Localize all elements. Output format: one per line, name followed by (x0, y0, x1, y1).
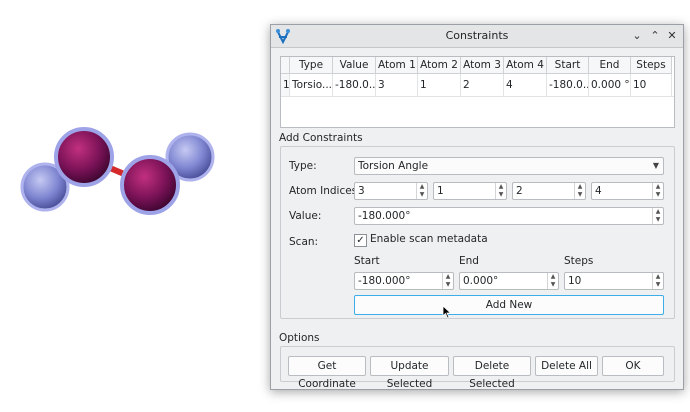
table-cell[interactable]: -180.0... (333, 74, 376, 96)
close-icon[interactable]: ✕ (664, 28, 680, 44)
scan-end-value: 0.000° (463, 275, 499, 287)
scan-steps-value: 10 (568, 275, 582, 287)
column-header[interactable]: Type (290, 57, 333, 74)
atom-index-2-value: 1 (437, 185, 444, 197)
column-header[interactable]: Atom 3 (461, 57, 504, 74)
type-label: Type: (289, 160, 317, 172)
atom-index-3-spinbox[interactable]: 2 ▲ ▼ (512, 182, 586, 200)
atom-index-4-spinbox[interactable]: 4 ▲ ▼ (591, 182, 664, 200)
scan-start-spinbox[interactable]: -180.000° ▲ ▼ (354, 272, 454, 290)
atom-index-4-value: 4 (595, 185, 602, 197)
delete-all-button[interactable]: Delete All (535, 356, 598, 376)
update-selected-button[interactable]: Update Selected (370, 356, 449, 390)
spin-arrows-icon[interactable]: ▲ ▼ (652, 208, 663, 224)
title-bar[interactable]: Constraints ⌄ ⌃ ✕ (271, 25, 683, 48)
row-number[interactable]: 1 (281, 74, 290, 96)
column-header[interactable]: Atom 1 (376, 57, 418, 74)
maximize-icon[interactable]: ⌃ (647, 28, 663, 44)
constraints-table[interactable]: Type Value Atom 1 Atom 2 Atom 3 Atom 4 S… (280, 56, 675, 128)
type-value: Torsion Angle (358, 160, 429, 172)
spin-arrows-icon[interactable]: ▲ ▼ (652, 183, 663, 199)
table-cell[interactable]: 3 (376, 74, 418, 96)
atom-index-2-spinbox[interactable]: 1 ▲ ▼ (433, 182, 507, 200)
delete-selected-button[interactable]: Delete Selected (453, 356, 531, 390)
table-cell[interactable]: 1 (418, 74, 461, 96)
table-cell[interactable]: 4 (504, 74, 547, 96)
options-heading: Options (279, 332, 320, 344)
mouse-cursor-icon (442, 305, 452, 319)
ok-button[interactable]: OK (602, 356, 664, 376)
atom-2[interactable] (54, 127, 114, 187)
atom-index-1-value: 3 (358, 185, 365, 197)
table-cell[interactable]: 2 (461, 74, 504, 96)
molecule-view[interactable] (0, 100, 240, 240)
column-header[interactable]: Value (333, 57, 376, 74)
scan-label: Scan: (289, 236, 319, 248)
options-group: Get Coordinate Update Selected Delete Se… (280, 346, 675, 390)
value-label: Value: (289, 210, 322, 222)
add-constraints-heading: Add Constraints (279, 132, 363, 144)
steps-label: Steps (564, 255, 594, 267)
spin-arrows-icon[interactable]: ▲ ▼ (442, 273, 453, 289)
enable-scan-checkbox[interactable]: ✓ (354, 234, 367, 247)
enable-scan-label[interactable]: Enable scan metadata (370, 233, 488, 245)
add-constraints-group: Type: Torsion Angle ▼ Atom Indices: 3 ▲ ▼… (280, 146, 675, 319)
atom-index-1-spinbox[interactable]: 3 ▲ ▼ (354, 182, 428, 200)
dialog-title: Constraints (445, 29, 509, 42)
table-header-row: Type Value Atom 1 Atom 2 Atom 3 Atom 4 S… (281, 57, 674, 74)
spin-arrows-icon[interactable]: ▲ ▼ (416, 183, 427, 199)
constraints-dialog: Constraints ⌄ ⌃ ✕ Type Value Atom 1 Atom… (270, 24, 684, 390)
table-cell[interactable]: -180.0... (547, 74, 589, 96)
column-header[interactable]: Atom 2 (418, 57, 461, 74)
start-label: Start (354, 255, 380, 267)
row-number-header (281, 57, 290, 74)
scan-end-spinbox[interactable]: 0.000° ▲ ▼ (459, 272, 559, 290)
add-new-button[interactable]: Add New (354, 295, 664, 315)
atom-4[interactable] (120, 155, 180, 215)
end-label: End (459, 255, 479, 267)
spin-arrows-icon[interactable]: ▲ ▼ (495, 183, 506, 199)
atom-indices-label: Atom Indices: (289, 185, 361, 197)
chevron-down-icon: ▼ (652, 161, 659, 170)
column-header[interactable]: End (589, 57, 631, 74)
column-header[interactable]: Atom 4 (504, 57, 547, 74)
spin-arrows-icon[interactable]: ▲ ▼ (574, 183, 585, 199)
get-coordinate-button[interactable]: Get Coordinate (288, 356, 366, 390)
spin-arrows-icon[interactable]: ▲ ▼ (652, 273, 663, 289)
table-cell[interactable]: Torsio... (290, 74, 333, 96)
table-cell[interactable]: 0.000 ° (589, 74, 631, 96)
type-combobox[interactable]: Torsion Angle ▼ (354, 157, 664, 175)
value-spinbox[interactable]: -180.000° ▲ ▼ (354, 207, 664, 225)
minimize-icon[interactable]: ⌄ (629, 28, 645, 44)
table-row[interactable]: 1 Torsio... -180.0... 3 1 2 4 -180.0... … (281, 74, 674, 97)
scan-steps-spinbox[interactable]: 10 ▲ ▼ (564, 272, 664, 290)
spin-arrows-icon[interactable]: ▲ ▼ (547, 273, 558, 289)
column-header[interactable]: Steps (631, 57, 672, 74)
atom-index-3-value: 2 (516, 185, 523, 197)
value-text: -180.000° (358, 210, 411, 222)
scan-start-value: -180.000° (358, 275, 411, 287)
table-cell[interactable]: 10 (631, 74, 672, 96)
column-header[interactable]: Start (547, 57, 589, 74)
